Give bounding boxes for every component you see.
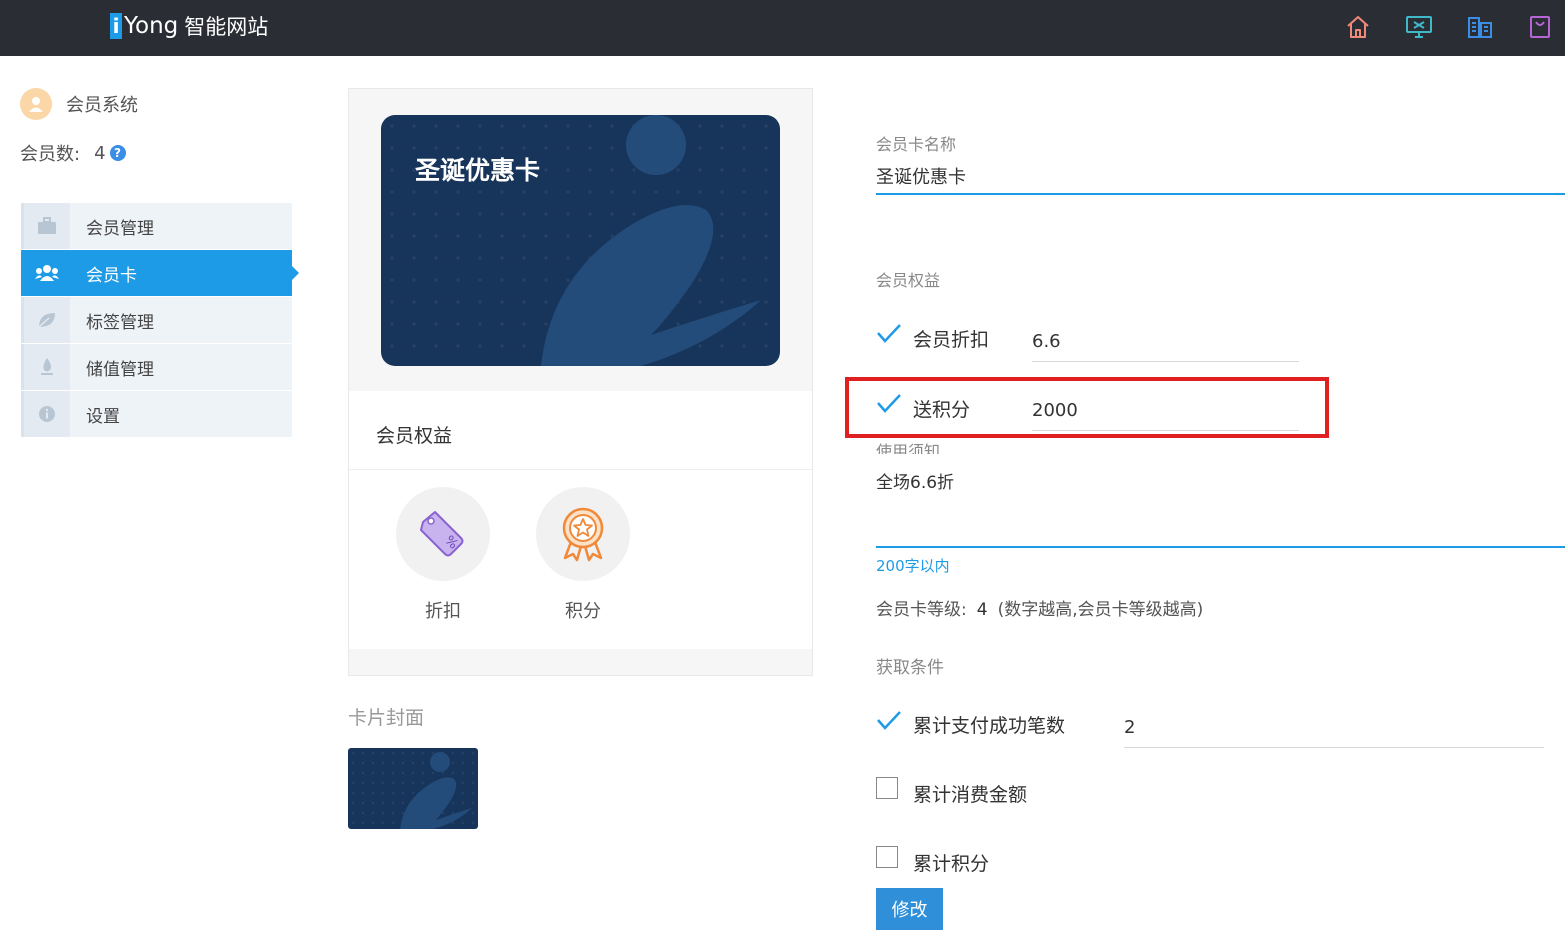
sidebar-item-stored-value[interactable]: 储值管理 bbox=[21, 344, 292, 390]
sidebar-item-member-card[interactable]: 会员卡 bbox=[21, 250, 299, 296]
conditions-label: 获取条件 bbox=[876, 658, 944, 678]
system-title: 会员系统 bbox=[66, 95, 138, 116]
condition-payments-underline bbox=[1124, 747, 1544, 748]
users-icon bbox=[24, 250, 70, 296]
benefits-title: 会员权益 bbox=[376, 425, 453, 447]
benefit-label: 积分 bbox=[565, 601, 601, 622]
discount-underline bbox=[1032, 361, 1299, 362]
sidebar-item-label: 储值管理 bbox=[86, 359, 154, 380]
sidebar-item-label: 设置 bbox=[86, 406, 120, 427]
condition-points-checkbox[interactable] bbox=[876, 846, 898, 868]
benefit-points: 积分 bbox=[535, 487, 631, 623]
drop-icon bbox=[24, 344, 70, 390]
divider bbox=[349, 469, 812, 470]
submit-button[interactable]: 修改 bbox=[876, 888, 943, 930]
highlight-annotation bbox=[845, 377, 1329, 438]
building-icon[interactable] bbox=[1465, 12, 1495, 42]
card-name-input[interactable]: 圣诞优惠卡 bbox=[876, 163, 966, 189]
sidebar-item-label: 会员卡 bbox=[86, 265, 137, 286]
logo-subtitle: 智能网站 bbox=[184, 15, 269, 39]
card-level: 会员卡等级: 4 (数字越高,会员卡等级越高) bbox=[876, 595, 1203, 620]
benefits-panel: 会员权益 % 折扣 积分 bbox=[349, 391, 812, 649]
notice-underline bbox=[876, 546, 1565, 548]
avatar-icon bbox=[20, 88, 52, 120]
briefcase-icon bbox=[24, 203, 70, 249]
condition-points-label: 累计积分 bbox=[913, 853, 990, 875]
member-count-value: 4 bbox=[94, 142, 106, 164]
sidebar-item-member-management[interactable]: 会员管理 bbox=[21, 203, 292, 249]
discount-label: 会员折扣 bbox=[913, 329, 990, 351]
top-bar: i Yong 智能网站 bbox=[0, 0, 1565, 56]
cover-thumbnail[interactable] bbox=[348, 748, 478, 829]
cover-label: 卡片封面 bbox=[348, 707, 425, 729]
card-level-value[interactable]: 4 bbox=[977, 600, 988, 620]
card-logo-watermark bbox=[400, 752, 472, 829]
member-count-label: 会员数: bbox=[20, 144, 81, 165]
home-icon[interactable] bbox=[1343, 12, 1373, 42]
discount-tag-icon: % bbox=[396, 487, 490, 581]
sidebar-item-settings[interactable]: 设置 bbox=[21, 391, 292, 437]
logo-mark: i bbox=[110, 13, 122, 39]
condition-payments-input[interactable]: 2 bbox=[1124, 717, 1135, 738]
logo[interactable]: i Yong 智能网站 bbox=[110, 10, 268, 42]
notice-label: 使用须知 bbox=[876, 442, 941, 454]
discount-check-icon[interactable] bbox=[876, 323, 902, 343]
card-title: 圣诞优惠卡 bbox=[415, 156, 541, 185]
bag-icon[interactable] bbox=[1525, 12, 1555, 42]
benefits-label: 会员权益 bbox=[876, 271, 941, 290]
monitor-icon[interactable] bbox=[1404, 12, 1434, 42]
leaf-icon bbox=[24, 297, 70, 343]
condition-payments-check-icon[interactable] bbox=[876, 710, 902, 730]
condition-amount-checkbox[interactable] bbox=[876, 777, 898, 799]
medal-icon bbox=[536, 487, 630, 581]
notice-hint: 200字以内 bbox=[876, 557, 950, 575]
discount-input[interactable]: 6.6 bbox=[1032, 331, 1061, 352]
sidebar-item-label: 标签管理 bbox=[86, 312, 154, 333]
benefit-discount: % 折扣 bbox=[395, 487, 491, 623]
help-icon[interactable]: ? bbox=[109, 145, 126, 161]
card-preview-panel: 圣诞优惠卡 会员权益 % 折扣 积分 bbox=[348, 88, 813, 676]
info-icon bbox=[24, 391, 70, 437]
sidebar-item-tag-management[interactable]: 标签管理 bbox=[21, 297, 292, 343]
card-name-underline bbox=[876, 193, 1565, 195]
benefit-label: 折扣 bbox=[425, 601, 461, 622]
card-level-note: (数字越高,会员卡等级越高) bbox=[997, 600, 1204, 620]
member-count: 会员数: 4 ? bbox=[20, 140, 126, 166]
condition-amount-label: 累计消费金额 bbox=[913, 784, 1028, 806]
notice-textarea[interactable]: 全场6.6折 bbox=[876, 468, 954, 493]
card-level-label: 会员卡等级: bbox=[876, 600, 967, 620]
member-card-preview: 圣诞优惠卡 bbox=[381, 115, 780, 366]
condition-payments-label: 累计支付成功笔数 bbox=[913, 715, 1066, 737]
logo-text: Yong bbox=[124, 13, 179, 39]
sidebar-menu: 会员管理 会员卡 标签管理 储值管理 设置 bbox=[21, 203, 299, 438]
card-name-label: 会员卡名称 bbox=[876, 135, 957, 154]
sidebar-item-label: 会员管理 bbox=[86, 218, 154, 239]
member-system-header: 会员系统 bbox=[20, 88, 138, 120]
